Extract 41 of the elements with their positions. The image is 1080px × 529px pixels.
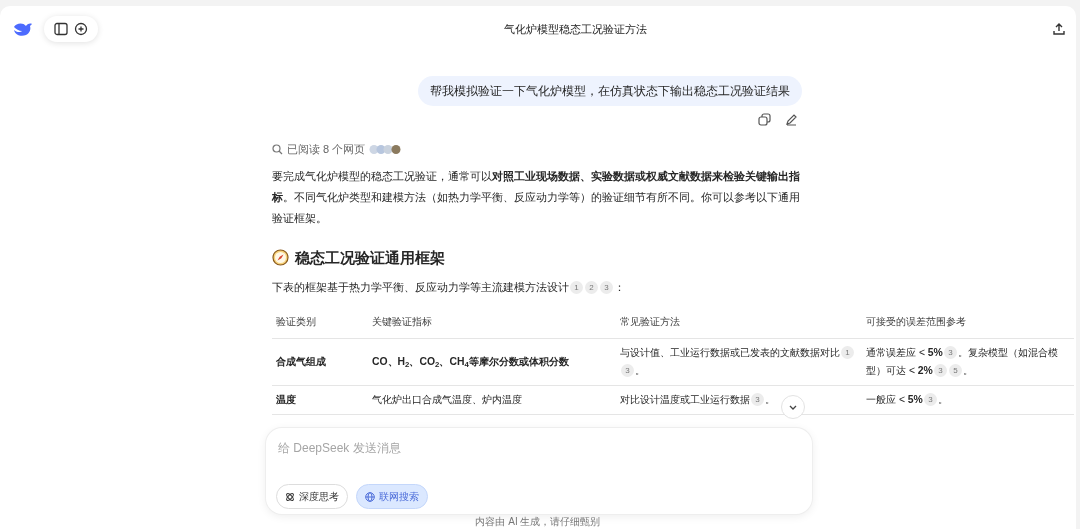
citation-badge[interactable]: 3 xyxy=(621,363,634,377)
search-icon xyxy=(272,143,283,155)
citation-badge[interactable]: 3 xyxy=(751,392,764,406)
intro-text: 下表的框架基于热力学平衡、反应动力学等主流建模方法设计 1 2 3 ： xyxy=(272,280,625,296)
table-cell: 合成气组成 xyxy=(272,338,368,386)
table-cell: 气化炉出口合成气温度、炉内温度 xyxy=(368,385,616,415)
share-icon[interactable] xyxy=(1052,22,1066,36)
citation-badge[interactable]: 1 xyxy=(570,281,583,294)
column-header: 常见验证方法 xyxy=(616,308,862,339)
table-cell: 通常误差应 < 5% 3 。复杂模型（如混合模型）可达 < 2% 3 5 。 xyxy=(862,338,1074,386)
deep-think-toggle[interactable]: 深度思考 xyxy=(276,484,348,509)
table-cell: 与设计值、工业运行数据或已发表的文献数据对比 1 3 。 xyxy=(616,338,862,386)
column-header: 可接受的误差范围参考 xyxy=(862,308,1074,339)
atom-icon xyxy=(285,491,295,502)
answer-paragraph: 要完成气化炉模型的稳态工况验证，通常可以对照工业现场数据、实验数据或权威文献数据来检验关键输出指标。不同气化炉类型和建模方法（如热力学平衡、反应动力学等）的验证细节有所不同。你可以参考以下通用验证框架。 xyxy=(272,168,801,226)
new-chat-icon[interactable] xyxy=(74,22,88,36)
table-cell: 一般应 < 5% 3 。 xyxy=(862,385,1074,415)
citation-badge[interactable]: 3 xyxy=(933,363,947,377)
search-status[interactable]: 已阅读 8 个网页 xyxy=(287,141,366,158)
copy-icon[interactable] xyxy=(758,113,771,126)
citation-badge[interactable]: 1 xyxy=(841,345,854,359)
web-search-toggle[interactable]: 联网搜索 xyxy=(356,484,428,509)
column-header: 验证类别 xyxy=(272,308,368,339)
sidebar-icon[interactable] xyxy=(54,22,68,36)
globe-icon xyxy=(365,491,375,502)
citation-badge[interactable]: 5 xyxy=(948,363,962,377)
compass-icon xyxy=(272,249,289,267)
citation-badge[interactable]: 2 xyxy=(585,281,598,294)
whale-logo-icon[interactable] xyxy=(12,21,34,37)
disclaimer-text: 内容由 AI 生成，请仔细甄别 xyxy=(475,516,601,527)
citation-badge[interactable]: 3 xyxy=(923,392,937,406)
citation-badge[interactable]: 3 xyxy=(600,281,613,294)
table-cell: CO、H$_{2}$、CO$_{2}$、CH$_{4}$等摩尔分数或体积分数 xyxy=(368,338,616,386)
message-composer[interactable]: 给 DeepSeek 发送消息 深度思考 联网搜索 xyxy=(266,428,812,514)
section-heading: 稳态工况验证通用框架 xyxy=(295,247,445,268)
table-cell: 温度 xyxy=(272,385,368,415)
column-header: 关键验证指标 xyxy=(368,308,616,339)
user-message: 帮我模拟验证一下气化炉模型，在仿真状态下输出稳态工况验证结果 xyxy=(418,76,802,106)
chat-title: 气化炉模型稳态工况验证方法 xyxy=(503,22,647,35)
citation-badge[interactable]: 3 xyxy=(943,345,957,359)
edit-icon[interactable] xyxy=(785,113,798,126)
